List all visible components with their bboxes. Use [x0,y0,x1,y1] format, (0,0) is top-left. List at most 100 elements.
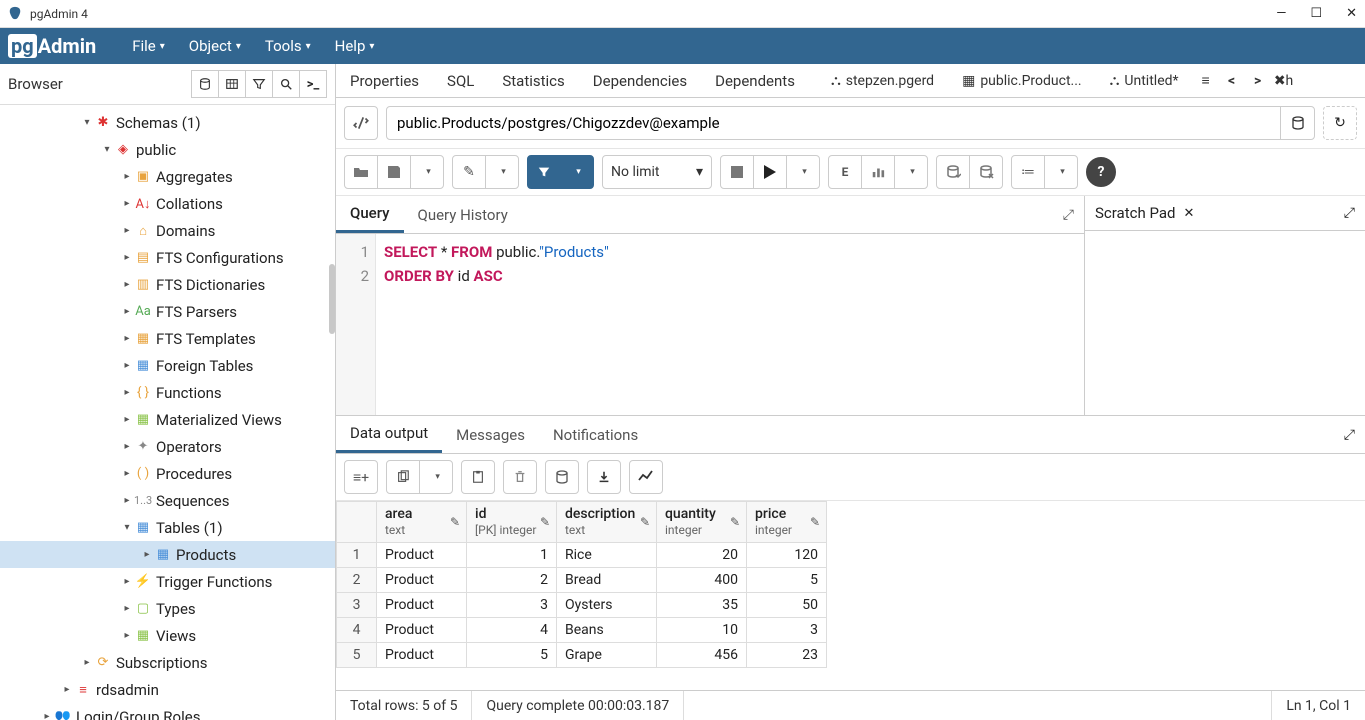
copy-button[interactable] [386,460,420,494]
db-indicator-icon[interactable]: ≡ [1193,64,1219,97]
scratch-body[interactable] [1085,231,1365,415]
run-dropdown[interactable]: ▾ [786,155,820,189]
table-row[interactable]: 4Product4Beans103 [337,618,827,643]
paste-button[interactable] [461,460,495,494]
tree-sequences[interactable]: ▸1..3Sequences [0,487,335,514]
limit-select[interactable]: No limit▾ [602,155,712,189]
col-quantity[interactable]: quantityinteger✎ [657,502,747,543]
maximize-button[interactable]: ☐ [1310,6,1322,21]
menu-tools[interactable]: Tools▾ [253,37,323,55]
macros-button[interactable]: ≔ [1011,155,1045,189]
edit-button[interactable]: ✎ [452,155,486,189]
tree-domains[interactable]: ▸⌂Domains [0,217,335,244]
col-area[interactable]: areatext✎ [377,502,467,543]
col-id[interactable]: id[PK] integer✎ [467,502,557,543]
download-button[interactable] [587,460,621,494]
tree-public[interactable]: ▾◈public [0,136,335,163]
connection-input[interactable] [387,114,1280,132]
rollback-button[interactable] [969,155,1003,189]
connection-db-icon[interactable] [1280,107,1314,139]
tree-foreigntables[interactable]: ▸▦Foreign Tables [0,352,335,379]
table-row[interactable]: 3Product3Oysters3550 [337,593,827,618]
delete-button[interactable] [503,460,537,494]
tree-functions[interactable]: ▸{ }Functions [0,379,335,406]
tree-products[interactable]: ▸▦Products [0,541,335,568]
tab-properties[interactable]: Properties [336,64,433,97]
minimize-button[interactable]: — [1276,6,1286,21]
sidebar-tool-terminal-icon[interactable]: >_ [299,70,327,98]
tree-ftsdict[interactable]: ▸▥FTS Dictionaries [0,271,335,298]
copy-dropdown[interactable]: ▾ [419,460,453,494]
tree-types[interactable]: ▸▢Types [0,595,335,622]
tab-next-icon[interactable]: > [1245,64,1271,97]
scratch-expand-icon[interactable]: ⤢ [1344,205,1355,221]
tab-sql[interactable]: SQL [433,64,488,97]
tab-dependencies[interactable]: Dependencies [579,64,701,97]
menu-object[interactable]: Object▾ [177,37,253,55]
connection-icon[interactable] [344,106,378,140]
table-row[interactable]: 2Product2Bread4005 [337,568,827,593]
explain-dropdown[interactable]: ▾ [894,155,928,189]
col-price[interactable]: priceinteger✎ [747,502,827,543]
run-button[interactable] [753,155,787,189]
save-data-button[interactable] [545,460,579,494]
query-expand-icon[interactable]: ⤢ [1053,201,1084,229]
tree-tables[interactable]: ▾▦Tables (1) [0,514,335,541]
tab-messages[interactable]: Messages [442,418,539,452]
tab-data-output[interactable]: Data output [336,416,442,453]
sidebar-tool-search-icon[interactable] [272,70,300,98]
tab-query-history[interactable]: Query History [404,198,522,232]
tab-query[interactable]: Query [336,196,404,233]
tab-notifications[interactable]: Notifications [539,418,652,452]
macros-dropdown[interactable]: ▾ [1044,155,1078,189]
close-button[interactable]: ✕ [1346,6,1357,21]
menu-help[interactable]: Help▾ [323,37,387,55]
open-file-button[interactable] [344,155,378,189]
edit-col-icon[interactable]: ✎ [640,515,650,529]
object-tree[interactable]: ▾✱Schemas (1) ▾◈public ▸▣Aggregates ▸A↓C… [0,105,335,720]
tab-tools-icon[interactable]: ✖h [1271,64,1297,97]
edit-dropdown[interactable]: ▾ [485,155,519,189]
sidebar-tool-db-icon[interactable] [191,70,219,98]
tab-statistics[interactable]: Statistics [488,64,578,97]
tab-file-untitled[interactable]: ⛬Untitled* [1096,64,1193,97]
commit-button[interactable] [936,155,970,189]
table-row[interactable]: 1Product1Rice20120 [337,543,827,568]
tree-ftsparsers[interactable]: ▸AaFTS Parsers [0,298,335,325]
stop-button[interactable] [720,155,754,189]
tree-views[interactable]: ▸▦Views [0,622,335,649]
edit-col-icon[interactable]: ✎ [810,515,820,529]
output-expand-icon[interactable]: ⤢ [1334,421,1365,449]
table-row[interactable]: 5Product5Grape45623 [337,643,827,668]
tree-schemas[interactable]: ▾✱Schemas (1) [0,109,335,136]
explain-button[interactable]: E [828,155,862,189]
analyze-button[interactable] [861,155,895,189]
tab-dependents[interactable]: Dependents [701,64,809,97]
col-description[interactable]: descriptiontext✎ [557,502,657,543]
menu-file[interactable]: File▾ [120,37,177,55]
tree-ftsconfig[interactable]: ▸▤FTS Configurations [0,244,335,271]
tab-file-stepzen[interactable]: ⛬stepzen.pgerd [817,64,948,97]
sql-editor[interactable]: 12 SELECT * FROM public."Products" ORDER… [336,234,1084,415]
edit-col-icon[interactable]: ✎ [730,515,740,529]
sidebar-tool-table-icon[interactable] [218,70,246,98]
add-row-button[interactable]: ≡+ [344,460,378,494]
history-icon[interactable]: ↻ [1323,106,1357,140]
tree-collations[interactable]: ▸A↓Collations [0,190,335,217]
editor-code[interactable]: SELECT * FROM public."Products" ORDER BY… [376,234,1084,415]
sidebar-scrollbar[interactable] [329,264,335,334]
filter-dropdown[interactable]: ▾ [560,155,594,189]
tree-rdsadmin[interactable]: ▸≡rdsadmin [0,676,335,703]
save-button[interactable] [377,155,411,189]
filter-button[interactable] [527,155,561,189]
edit-col-icon[interactable]: ✎ [450,515,460,529]
tree-subscriptions[interactable]: ▸⟳Subscriptions [0,649,335,676]
tree-operators[interactable]: ▸✦Operators [0,433,335,460]
edit-col-icon[interactable]: ✎ [540,515,550,529]
tab-file-public-product[interactable]: ▦public.Product... [948,64,1096,97]
tree-procedures[interactable]: ▸( )Procedures [0,460,335,487]
scratch-close-icon[interactable]: ✕ [1183,206,1194,221]
tree-logingroup[interactable]: ▸👥Login/Group Roles [0,703,335,720]
sidebar-tool-filter-icon[interactable] [245,70,273,98]
save-dropdown[interactable]: ▾ [410,155,444,189]
